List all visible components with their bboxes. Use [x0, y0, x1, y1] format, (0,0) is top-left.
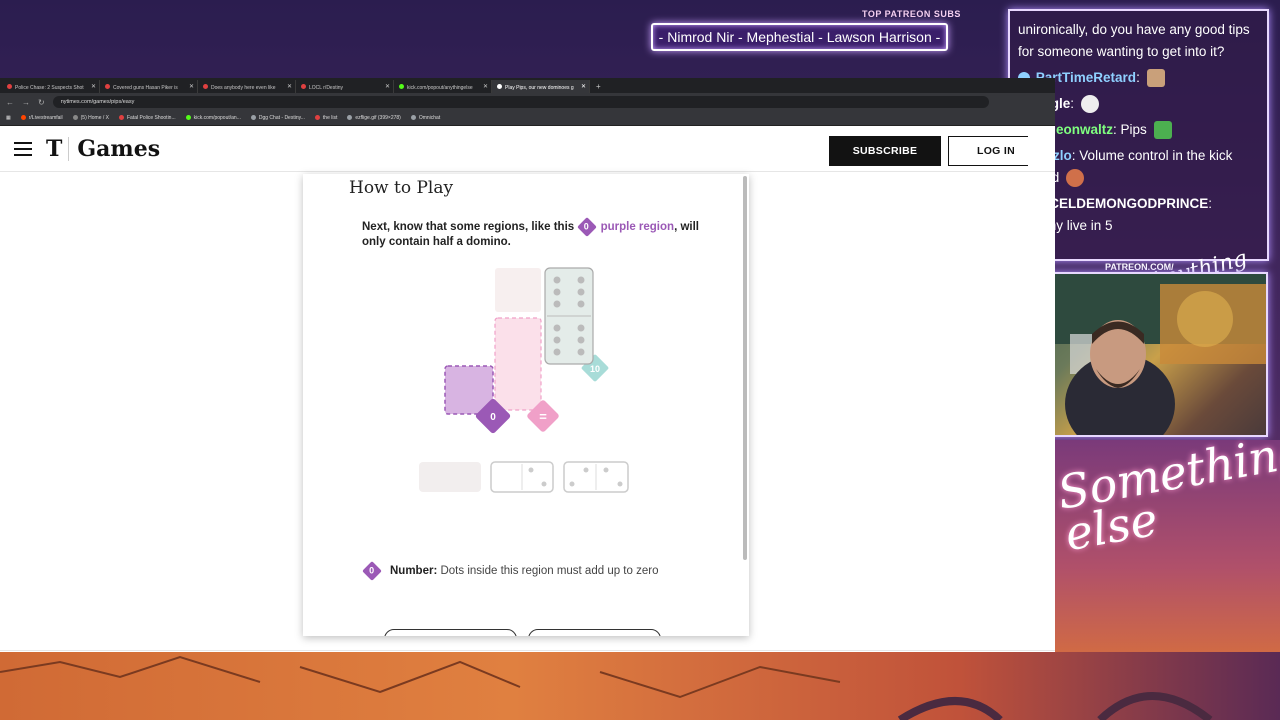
- close-tab-icon[interactable]: ✕: [91, 83, 96, 90]
- tab-bar: Police Chase: 2 Suspects Shot ✕ Covered g…: [0, 78, 1055, 93]
- number-rule: 0 Number: Dots inside this region must a…: [362, 561, 659, 581]
- svg-text:=: =: [539, 409, 547, 424]
- pink-region: [494, 317, 542, 411]
- number-badge-icon: 0: [362, 561, 382, 581]
- forward-icon[interactable]: →: [22, 98, 30, 107]
- svg-text:10: 10: [590, 364, 600, 374]
- emote-icon: [1066, 169, 1085, 188]
- region-number-badge: 0: [577, 217, 598, 237]
- favicon-icon: [7, 84, 12, 89]
- menu-icon[interactable]: [14, 141, 32, 156]
- favicon-icon: [203, 84, 208, 89]
- bookmark-item[interactable]: Dgg Chat - Destiny...: [250, 115, 305, 121]
- logo-divider: [68, 136, 70, 161]
- how-to-play-modal: How to Play Next, know that some regions…: [303, 174, 749, 636]
- favicon-icon: [118, 115, 124, 121]
- url-input[interactable]: nytimes.com/games/pips/easy: [52, 96, 989, 108]
- close-tab-icon[interactable]: ✕: [287, 83, 292, 90]
- empty-cell: [495, 268, 541, 312]
- nyt-logo[interactable]: T: [46, 136, 62, 162]
- overlay-bottom-strip: [0, 652, 1280, 720]
- close-tab-icon[interactable]: ✕: [581, 83, 586, 90]
- tab-title: LOCL r/Destiny: [309, 85, 343, 91]
- browser-tab[interactable]: LOCL r/Destiny ✕: [296, 80, 394, 93]
- bookmark-item[interactable]: ezflige.gif (399×278): [347, 115, 401, 121]
- favicon-icon: [410, 115, 416, 121]
- tray-domino[interactable]: [490, 461, 554, 493]
- bookmark-item[interactable]: kick.com/popout/an...: [185, 115, 241, 121]
- browser-tab[interactable]: kick.com/popout/anythingelse ✕: [394, 80, 492, 93]
- tab-title: Does anybody here even like: [211, 85, 276, 91]
- address-bar: ← → ↻ nytimes.com/games/pips/easy: [0, 93, 1055, 111]
- chat-message: unironically, do you have any good tips …: [1018, 19, 1259, 63]
- bookmark-item[interactable]: the list: [314, 115, 337, 121]
- tab-title: kick.com/popout/anythingelse: [407, 85, 473, 91]
- browser-tab[interactable]: Does anybody here even like ✕: [198, 80, 296, 93]
- favicon-icon: [399, 84, 404, 89]
- back-icon[interactable]: ←: [6, 98, 14, 107]
- emote-icon: [1080, 95, 1099, 114]
- bookmark-item[interactable]: r/Livestreamfail: [20, 115, 63, 121]
- close-tab-icon[interactable]: ✕: [385, 83, 390, 90]
- instruction-pre: Next, know that some regions, like this: [362, 221, 575, 234]
- number-rule-text: Dots inside this region must add up to z…: [440, 565, 659, 577]
- games-title[interactable]: Games: [77, 136, 160, 162]
- modal-back-button[interactable]: [384, 629, 517, 636]
- favicon-icon: [20, 115, 26, 121]
- bookmark-item[interactable]: Fatal Police Shootin...: [118, 115, 176, 121]
- browser-tab[interactable]: Police Chase: 2 Suspects Shot ✕: [2, 80, 100, 93]
- emote-icon: [1146, 69, 1165, 88]
- modal-scrollbar[interactable]: [743, 176, 747, 560]
- tab-title: Play Pips, our new dominoes g: [505, 85, 574, 91]
- favicon-icon: [347, 115, 353, 121]
- favicon-icon: [185, 115, 191, 121]
- new-tab-button[interactable]: +: [590, 80, 607, 93]
- tab-title: Covered guns Hasan Piker is: [113, 85, 178, 91]
- favicon-icon: [497, 84, 502, 89]
- favicon-icon: [314, 115, 320, 121]
- apps-icon[interactable]: ▦: [6, 115, 11, 121]
- login-button[interactable]: LOG IN: [948, 136, 1028, 166]
- tray-slot-empty: [419, 462, 481, 492]
- modal-next-button[interactable]: [528, 629, 661, 636]
- browser-tab-active[interactable]: Play Pips, our new dominoes g ✕: [492, 80, 590, 93]
- bookmark-item[interactable]: Omnichat: [410, 115, 440, 121]
- patreon-subs-bar: - Nimrod Nir - Mephestial - Lawson Harri…: [651, 23, 948, 51]
- bookmarks-bar: ▦ r/Livestreamfail (5) Home / X Fatal Po…: [0, 111, 1055, 126]
- favicon-icon: [301, 84, 306, 89]
- reload-icon[interactable]: ↻: [38, 98, 45, 107]
- modal-title: How to Play: [349, 178, 454, 198]
- svg-text:0: 0: [490, 412, 496, 423]
- bookmark-item[interactable]: (5) Home / X: [72, 115, 109, 121]
- purple-region-label: purple region: [600, 221, 675, 234]
- close-tab-icon[interactable]: ✕: [483, 83, 488, 90]
- page-divider: [0, 650, 1055, 651]
- subscribe-button[interactable]: SUBSCRIBE: [829, 136, 941, 166]
- chat-text: unironically, do you have any good tips …: [1018, 22, 1250, 59]
- favicon-icon: [250, 115, 256, 121]
- tab-title: Police Chase: 2 Suspects Shot: [15, 85, 84, 91]
- number-rule-label: Number:: [390, 565, 438, 577]
- chat-username: INCELDEMONGODPRINCE: [1035, 196, 1209, 211]
- pips-board: 10 0 =: [444, 267, 609, 434]
- emote-icon: [1153, 121, 1172, 140]
- patreon-label: TOP PATREON SUBS: [862, 9, 961, 19]
- close-tab-icon[interactable]: ✕: [189, 83, 194, 90]
- browser-tab[interactable]: Covered guns Hasan Piker is ✕: [100, 80, 198, 93]
- favicon-icon: [72, 115, 78, 121]
- instruction-text: Next, know that some regions, like this …: [362, 217, 707, 250]
- favicon-icon: [105, 84, 110, 89]
- overlay-pattern: [0, 655, 1213, 720]
- tray-domino[interactable]: [563, 461, 629, 493]
- domino-tray: [419, 461, 629, 493]
- chat-text: Pips: [1120, 122, 1147, 137]
